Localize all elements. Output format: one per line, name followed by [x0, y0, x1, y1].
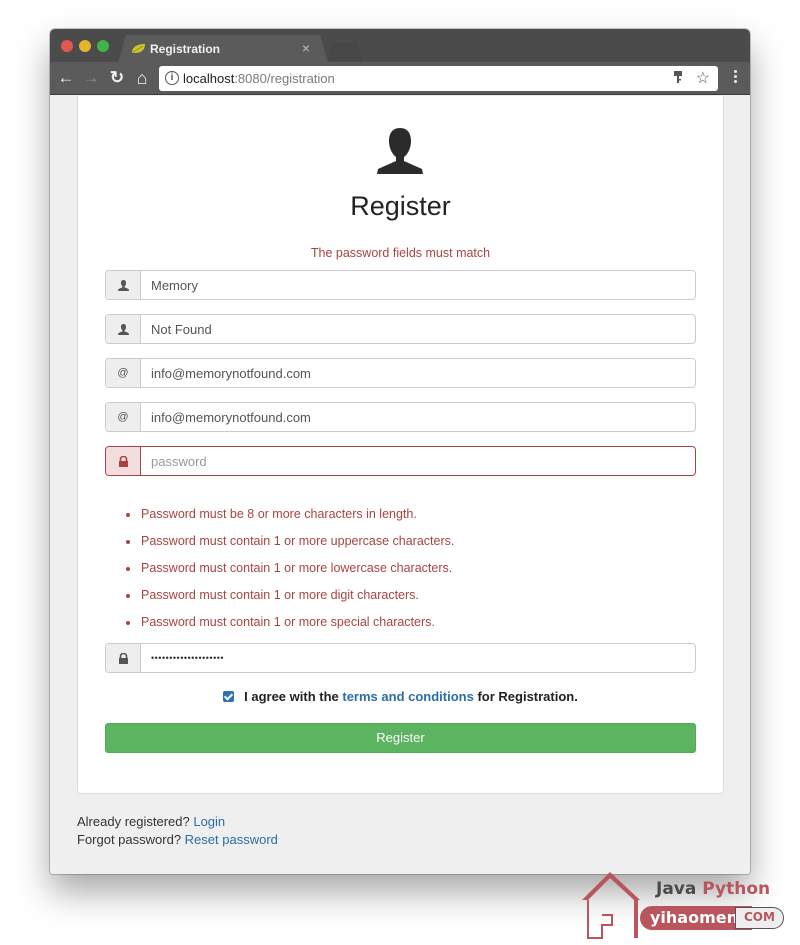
password-error-item: Password must contain 1 or more special …: [126, 614, 454, 641]
confirm-password-group: [105, 643, 696, 673]
browser-toolbar: ← → ↻ ⌂ i localhost:8080/registration ☆: [50, 62, 750, 95]
terms-link[interactable]: terms and conditions: [342, 689, 473, 704]
maximize-window-button[interactable]: [97, 40, 109, 52]
registration-panel: Register The password fields must match …: [77, 96, 724, 794]
back-icon[interactable]: ←: [56, 68, 76, 88]
watermark-python: Python: [702, 879, 771, 899]
lock-icon: [106, 644, 141, 672]
page-content: Register The password fields must match …: [50, 96, 750, 874]
forward-icon[interactable]: →: [81, 68, 101, 88]
email-input[interactable]: [141, 359, 695, 387]
new-tab-button[interactable]: [328, 43, 362, 61]
url-host: localhost: [183, 71, 235, 86]
watermark-java: Java: [656, 879, 703, 899]
title-bar: Registration ×: [50, 29, 750, 62]
browser-menu-icon[interactable]: [734, 70, 738, 86]
confirm-email-input[interactable]: [141, 403, 695, 431]
password-input[interactable]: [141, 447, 695, 475]
confirm-email-group: @: [105, 402, 696, 432]
last-name-group: [105, 314, 696, 344]
user-avatar-icon: [377, 128, 423, 174]
browser-window: Registration × ← → ↻ ⌂ i localhost:8080/…: [50, 29, 750, 874]
password-group: [105, 446, 696, 476]
watermark-com: COM: [735, 907, 784, 929]
lock-icon: [106, 447, 141, 475]
watermark: Java Python yihaomen. COM: [580, 870, 795, 940]
page-title: Register: [350, 191, 451, 221]
password-error-item: Password must contain 1 or more lowercas…: [126, 560, 454, 587]
bookmark-star-icon[interactable]: ☆: [696, 68, 710, 88]
global-error-message: The password fields must match: [310, 246, 491, 260]
url-text[interactable]: localhost:8080/registration: [183, 71, 335, 86]
password-key-icon[interactable]: [673, 70, 683, 84]
password-error-item: Password must be 8 or more characters in…: [126, 506, 454, 533]
user-icon: [106, 271, 141, 299]
terms-suffix: for Registration.: [473, 689, 578, 704]
password-error-item: Password must contain 1 or more digit ch…: [126, 587, 454, 614]
at-icon: @: [106, 403, 141, 431]
user-icon: [106, 315, 141, 343]
register-button[interactable]: Register: [105, 723, 696, 753]
info-icon[interactable]: i: [165, 71, 179, 85]
login-line: Already registered? Login: [77, 813, 278, 831]
footer-links: Already registered? Login Forgot passwor…: [77, 813, 278, 849]
terms-prefix: I agree with the: [244, 689, 343, 704]
email-group: @: [105, 358, 696, 388]
last-name-input[interactable]: [141, 315, 695, 343]
house-logo-icon: [582, 872, 640, 939]
terms-agreement: I agree with the terms and conditions fo…: [78, 689, 723, 704]
spring-leaf-icon: [131, 43, 146, 54]
tab-title: Registration: [150, 42, 221, 56]
terms-checkbox[interactable]: [223, 691, 235, 702]
reload-icon[interactable]: ↻: [107, 68, 127, 88]
home-icon[interactable]: ⌂: [132, 68, 152, 88]
first-name-group: [105, 270, 696, 300]
login-prompt: Already registered?: [77, 814, 194, 829]
reset-password-link[interactable]: Reset password: [185, 832, 278, 847]
reset-line: Forgot password? Reset password: [77, 831, 278, 849]
confirm-password-input[interactable]: [141, 644, 695, 672]
url-path: :8080/registration: [234, 71, 335, 86]
login-link[interactable]: Login: [193, 814, 225, 829]
watermark-title: Java Python: [656, 879, 770, 899]
tab-registration[interactable]: Registration ×: [118, 35, 328, 63]
at-icon: @: [106, 359, 141, 387]
password-error-item: Password must contain 1 or more uppercas…: [126, 533, 454, 560]
first-name-input[interactable]: [141, 271, 695, 299]
reset-prompt: Forgot password?: [77, 832, 185, 847]
address-bar[interactable]: i localhost:8080/registration ☆: [159, 66, 718, 91]
minimize-window-button[interactable]: [79, 40, 91, 52]
close-tab-icon[interactable]: ×: [302, 40, 310, 56]
close-window-button[interactable]: [61, 40, 73, 52]
